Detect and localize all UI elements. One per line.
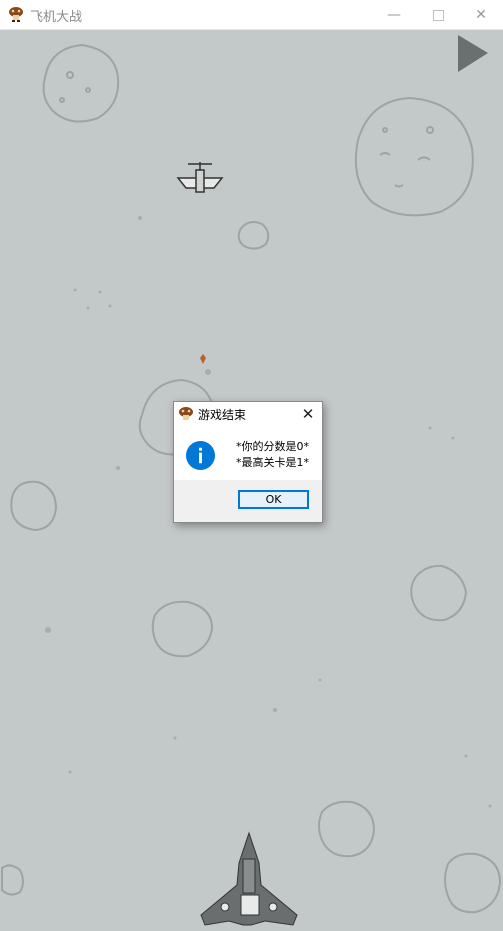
player-plane bbox=[200, 831, 298, 926]
mushroom-icon bbox=[179, 407, 193, 420]
asteroid bbox=[10, 480, 58, 532]
asteroid bbox=[354, 96, 474, 217]
bullet bbox=[200, 354, 206, 364]
maximize-button[interactable] bbox=[415, 0, 461, 30]
ok-button[interactable]: OK bbox=[238, 490, 309, 509]
score-message: *你的分数是0* bbox=[236, 440, 309, 453]
mushroom-icon bbox=[9, 7, 23, 22]
window-title: 飞机大战 bbox=[30, 10, 83, 25]
game-over-dialog: 游戏结束 ✕ *你的分数是0* *最高关卡是1* OK bbox=[173, 401, 323, 523]
enemy-plane bbox=[176, 162, 224, 193]
asteroid bbox=[444, 852, 502, 914]
minimize-button[interactable]: — bbox=[371, 0, 417, 30]
play-triangle-icon[interactable] bbox=[458, 35, 488, 72]
dialog-close-button[interactable]: ✕ bbox=[298, 404, 318, 424]
dialog-footer: OK bbox=[174, 480, 322, 522]
asteroid bbox=[410, 564, 468, 622]
highest-level-message: *最高关卡是1* bbox=[236, 456, 309, 469]
asteroid bbox=[318, 800, 376, 858]
asteroid bbox=[237, 221, 270, 250]
maximize-icon bbox=[432, 10, 444, 21]
window-title-bar: 飞机大战 — ✕ bbox=[0, 0, 503, 30]
dialog-title: 游戏结束 bbox=[198, 408, 247, 422]
asteroid bbox=[0, 864, 24, 896]
close-button[interactable]: ✕ bbox=[458, 0, 503, 30]
asteroid bbox=[151, 600, 214, 658]
info-icon bbox=[185, 440, 216, 471]
asteroid bbox=[42, 43, 120, 123]
